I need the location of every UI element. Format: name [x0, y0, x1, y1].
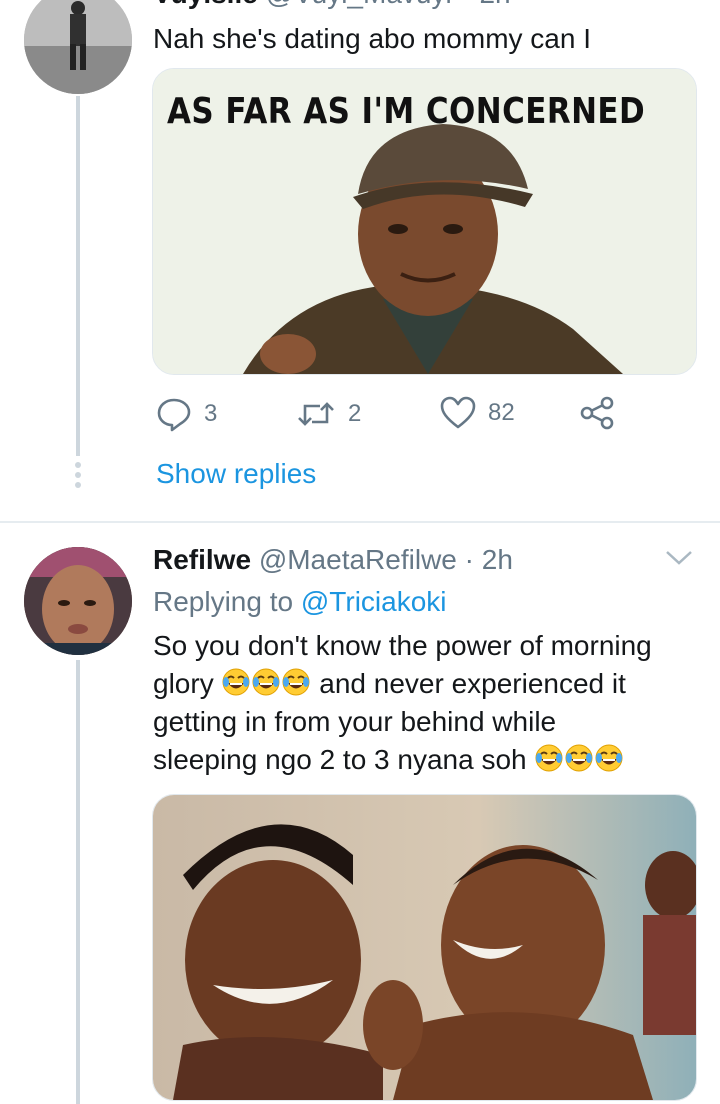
avatar[interactable]: [24, 547, 132, 655]
timestamp: · 2h: [464, 544, 513, 575]
handle[interactable]: @Vuyi_Mavuyi: [266, 0, 452, 9]
avatar[interactable]: [24, 0, 132, 94]
avatar-photo: [24, 547, 132, 655]
like-icon: [440, 396, 476, 429]
crying-laughing-emoji: [252, 668, 280, 696]
crying-laughing-emoji: [535, 744, 563, 772]
tweet-text: Nah she's dating abo mommy can I: [153, 23, 592, 54]
replying-prefix: Replying to: [153, 586, 294, 617]
crying-laughing-emoji: [222, 668, 250, 696]
thread-line: [76, 660, 80, 1104]
tweet-text: So you don't know the power of morning g…: [153, 627, 652, 779]
laughing-people-photo: [153, 795, 696, 1100]
reply-button[interactable]: 3: [156, 396, 217, 432]
reply-count: 3: [204, 400, 218, 427]
replying-handle-link[interactable]: @Triciakoki: [301, 586, 447, 617]
retweet-button[interactable]: 2: [296, 396, 361, 432]
tweet-text-line: So you don't know the power of morning: [153, 630, 652, 661]
thread-line: [76, 96, 80, 456]
tweet-media-meme[interactable]: AS FAR AS I'M CONCERNED: [152, 68, 697, 375]
display-name[interactable]: Vuyisile: [153, 0, 258, 9]
emoji-group: [534, 744, 624, 775]
tweet-text-line: getting in from your behind while: [153, 706, 557, 737]
tweet-text-line: glory and never experienced it: [153, 665, 652, 703]
show-replies-link[interactable]: Show replies: [156, 458, 316, 490]
retweet-icon: [298, 402, 334, 426]
tweet-header: Vuyisile @Vuyi_Mavuyi 2h: [153, 0, 511, 10]
tweet-text-fragment: glory: [153, 668, 214, 699]
thread-dots: [75, 462, 81, 488]
chevron-down-icon[interactable]: [664, 548, 694, 573]
tweet-divider: [0, 521, 720, 523]
tweet-media-photo[interactable]: [152, 794, 697, 1101]
crying-laughing-emoji: [565, 744, 593, 772]
emoji-group: [221, 668, 319, 699]
share-icon: [580, 396, 614, 430]
timestamp: 2h: [479, 0, 510, 9]
tweet-header: Refilwe @MaetaRefilwe · 2h: [153, 542, 513, 578]
replying-to: Replying to @Triciakoki: [153, 584, 447, 620]
retweet-count: 2: [348, 400, 362, 427]
crying-laughing-emoji: [282, 668, 310, 696]
meme-caption: AS FAR AS I'M CONCERNED: [167, 91, 646, 132]
chevron-down-icon[interactable]: [664, 0, 694, 5]
reply-icon: [157, 398, 191, 432]
display-name[interactable]: Refilwe: [153, 544, 251, 575]
handle[interactable]: @MaetaRefilwe: [259, 544, 457, 575]
tweet-text-fragment: sleeping ngo 2 to 3 nyana soh: [153, 744, 527, 775]
like-count: 82: [488, 399, 515, 426]
like-button[interactable]: 82: [440, 396, 515, 430]
tweet-text-fragment: and never experienced it: [319, 668, 626, 699]
tweet-text-line: sleeping ngo 2 to 3 nyana soh: [153, 741, 652, 779]
share-button[interactable]: [580, 396, 614, 430]
avatar-photo: [24, 0, 132, 94]
crying-laughing-emoji: [595, 744, 623, 772]
